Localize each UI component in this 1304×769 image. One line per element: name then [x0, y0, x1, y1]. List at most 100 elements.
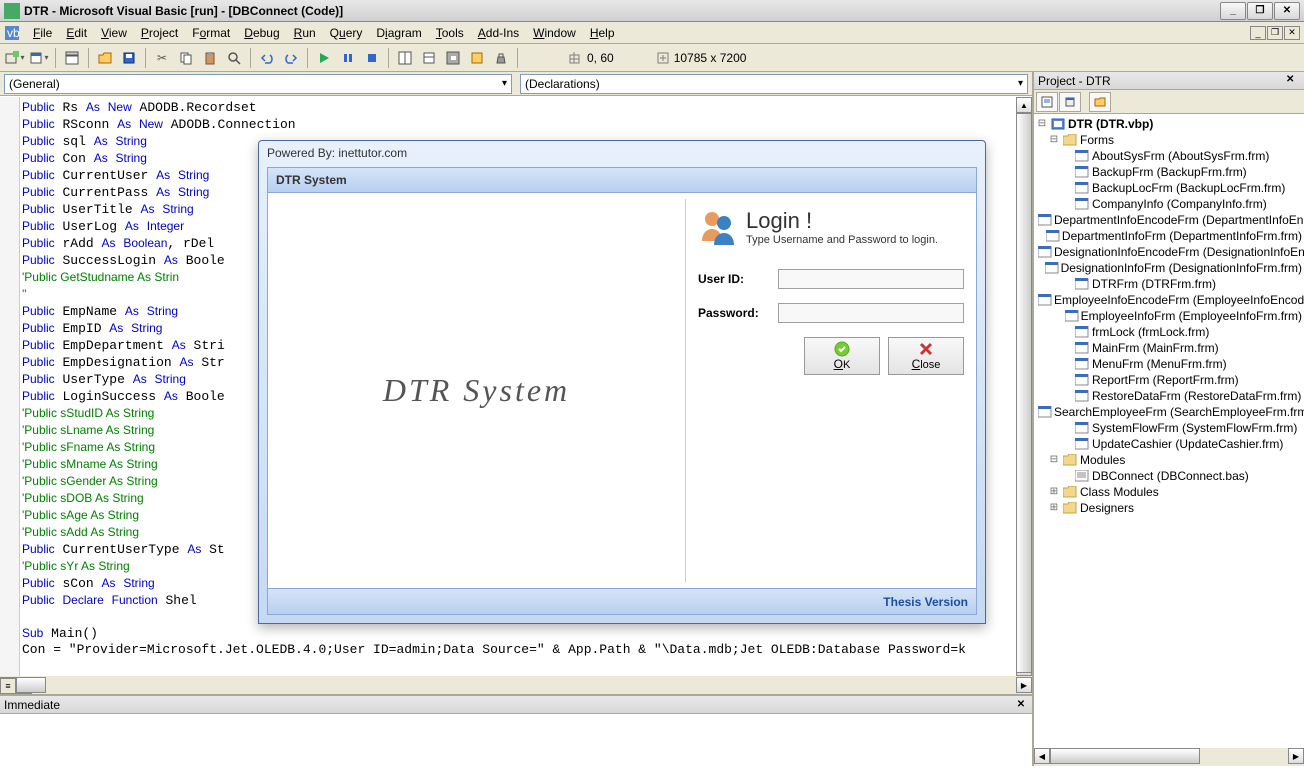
maximize-button[interactable]: ❐ — [1247, 2, 1273, 20]
properties-window-button[interactable] — [418, 47, 440, 69]
menu-editor-button[interactable] — [61, 47, 83, 69]
proj-scroll-left[interactable]: ◀ — [1034, 748, 1050, 764]
project-pane-close[interactable]: ✕ — [1286, 74, 1300, 88]
menu-format[interactable]: Format — [185, 24, 237, 42]
procedure-view-button[interactable]: ≡ — [0, 678, 16, 694]
view-code-button[interactable] — [1036, 92, 1058, 112]
proj-scroll-right[interactable]: ▶ — [1288, 748, 1304, 764]
toolbox-button[interactable] — [490, 47, 512, 69]
add-project-button[interactable]: ▾ — [4, 47, 26, 69]
form-item[interactable]: SystemFlowFrm (SystemFlowFrm.frm) — [1036, 420, 1302, 436]
menu-edit[interactable]: Edit — [59, 24, 94, 42]
break-button[interactable] — [337, 47, 359, 69]
module-item[interactable]: DBConnect (DBConnect.bas) — [1036, 468, 1302, 484]
mdi-restore[interactable]: ❐ — [1267, 26, 1283, 40]
form-item[interactable]: BackupFrm (BackupFrm.frm) — [1036, 164, 1302, 180]
project-hscroll[interactable]: ◀ ▶ — [1034, 748, 1304, 766]
ok-icon — [834, 341, 850, 357]
login-subtitle: Type Username and Password to login. — [746, 234, 938, 246]
find-button[interactable] — [223, 47, 245, 69]
immediate-input[interactable] — [0, 714, 1032, 766]
copy-button[interactable] — [175, 47, 197, 69]
form-item[interactable]: CompanyInfo (CompanyInfo.frm) — [1036, 196, 1302, 212]
size-indicator: 10785 x 7200 — [656, 51, 747, 65]
close-dialog-button[interactable]: Close — [888, 337, 964, 375]
window-buttons: _ ❐ ✕ — [1220, 2, 1300, 20]
immediate-close[interactable]: ✕ — [1014, 698, 1028, 712]
form-item[interactable]: EmployeeInfoEncodeFrm (EmployeeInfoEncod… — [1036, 292, 1302, 308]
menu-debug[interactable]: Debug — [237, 24, 286, 42]
add-form-button[interactable]: ▾ — [28, 47, 50, 69]
ok-button[interactable]: OK — [804, 337, 880, 375]
vertical-scrollbar[interactable]: ▲ ▼ — [1016, 97, 1032, 676]
menu-diagram[interactable]: Diagram — [369, 24, 428, 42]
horizontal-scrollbar[interactable]: ≡ ▤ ◀ ▶ — [0, 676, 1032, 694]
form-layout-button[interactable] — [442, 47, 464, 69]
menu-project[interactable]: Project — [134, 24, 185, 42]
menu-addins[interactable]: Add-Ins — [471, 24, 526, 42]
form-item[interactable]: ReportFrm (ReportFrm.frm) — [1036, 372, 1302, 388]
dialog-brand: DTR System — [383, 372, 570, 409]
menu-help[interactable]: Help — [583, 24, 622, 42]
window-titlebar: DTR - Microsoft Visual Basic [run] - [DB… — [0, 0, 1304, 22]
object-combo[interactable]: (General) — [4, 74, 512, 94]
form-item[interactable]: DepartmentInfoFrm (DepartmentInfoFrm.frm… — [1036, 228, 1302, 244]
form-item[interactable]: DesignationInfoEncodeFrm (DesignationInf… — [1036, 244, 1302, 260]
designers-folder[interactable]: ⊞Designers — [1036, 500, 1302, 516]
undo-button[interactable] — [256, 47, 278, 69]
form-item[interactable]: EmployeeInfoFrm (EmployeeInfoFrm.frm) — [1036, 308, 1302, 324]
menu-query[interactable]: Query — [323, 24, 370, 42]
scroll-up-button[interactable]: ▲ — [1016, 97, 1032, 113]
form-item[interactable]: DepartmentInfoEncodeFrm (DepartmentInfoE… — [1036, 212, 1302, 228]
open-button[interactable] — [94, 47, 116, 69]
save-button[interactable] — [118, 47, 140, 69]
scroll-right-button[interactable]: ▶ — [1016, 677, 1032, 693]
mdi-close[interactable]: ✕ — [1284, 26, 1300, 40]
dialog-footer: Thesis Version — [267, 589, 977, 615]
close-icon — [918, 341, 934, 357]
start-button[interactable] — [313, 47, 335, 69]
menu-view[interactable]: View — [94, 24, 134, 42]
forms-folder[interactable]: ⊟Forms — [1036, 132, 1302, 148]
close-button[interactable]: ✕ — [1274, 2, 1300, 20]
dialog-titlebar[interactable]: Powered By: inettutor.com — [259, 141, 985, 165]
mdi-minimize[interactable]: _ — [1250, 26, 1266, 40]
classmodules-folder[interactable]: ⊞Class Modules — [1036, 484, 1302, 500]
proj-scroll-thumb[interactable] — [1050, 748, 1200, 764]
menu-window[interactable]: Window — [526, 24, 583, 42]
procedure-combo[interactable]: (Declarations) — [520, 74, 1028, 94]
form-item[interactable]: RestoreDataFrm (RestoreDataFrm.frm) — [1036, 388, 1302, 404]
form-item[interactable]: BackupLocFrm (BackupLocFrm.frm) — [1036, 180, 1302, 196]
scroll-thumb-v[interactable] — [1016, 113, 1032, 673]
immediate-title: Immediate — [4, 698, 60, 712]
project-tree[interactable]: ⊟DTR (DTR.vbp)⊟FormsAboutSysFrm (AboutSy… — [1034, 114, 1304, 748]
form-item[interactable]: DTRFrm (DTRFrm.frm) — [1036, 276, 1302, 292]
view-object-button[interactable] — [1059, 92, 1081, 112]
form-item[interactable]: SearchEmployeeFrm (SearchEmployeeFrm.frm… — [1036, 404, 1302, 420]
menu-run[interactable]: Run — [287, 24, 323, 42]
form-item[interactable]: MenuFrm (MenuFrm.frm) — [1036, 356, 1302, 372]
scroll-thumb-h[interactable] — [16, 677, 46, 693]
project-root[interactable]: ⊟DTR (DTR.vbp) — [1036, 116, 1302, 132]
paste-button[interactable] — [199, 47, 221, 69]
redo-button[interactable] — [280, 47, 302, 69]
password-input[interactable] — [778, 303, 964, 323]
end-button[interactable] — [361, 47, 383, 69]
menu-bar: vb File Edit View Project Format Debug R… — [0, 22, 1304, 44]
object-browser-button[interactable] — [466, 47, 488, 69]
minimize-button[interactable]: _ — [1220, 2, 1246, 20]
form-item[interactable]: UpdateCashier (UpdateCashier.frm) — [1036, 436, 1302, 452]
project-explorer-button[interactable] — [394, 47, 416, 69]
form-item[interactable]: frmLock (frmLock.frm) — [1036, 324, 1302, 340]
vb-icon: vb — [4, 25, 20, 41]
modules-folder[interactable]: ⊟Modules — [1036, 452, 1302, 468]
form-item[interactable]: DesignationInfoFrm (DesignationInfoFrm.f… — [1036, 260, 1302, 276]
menu-file[interactable]: File — [26, 24, 59, 42]
menu-tools[interactable]: Tools — [429, 24, 471, 42]
userid-input[interactable] — [778, 269, 964, 289]
form-item[interactable]: MainFrm (MainFrm.frm) — [1036, 340, 1302, 356]
form-item[interactable]: AboutSysFrm (AboutSysFrm.frm) — [1036, 148, 1302, 164]
toggle-folders-button[interactable] — [1089, 92, 1111, 112]
app-icon — [4, 3, 20, 19]
cut-button[interactable]: ✂ — [151, 47, 173, 69]
